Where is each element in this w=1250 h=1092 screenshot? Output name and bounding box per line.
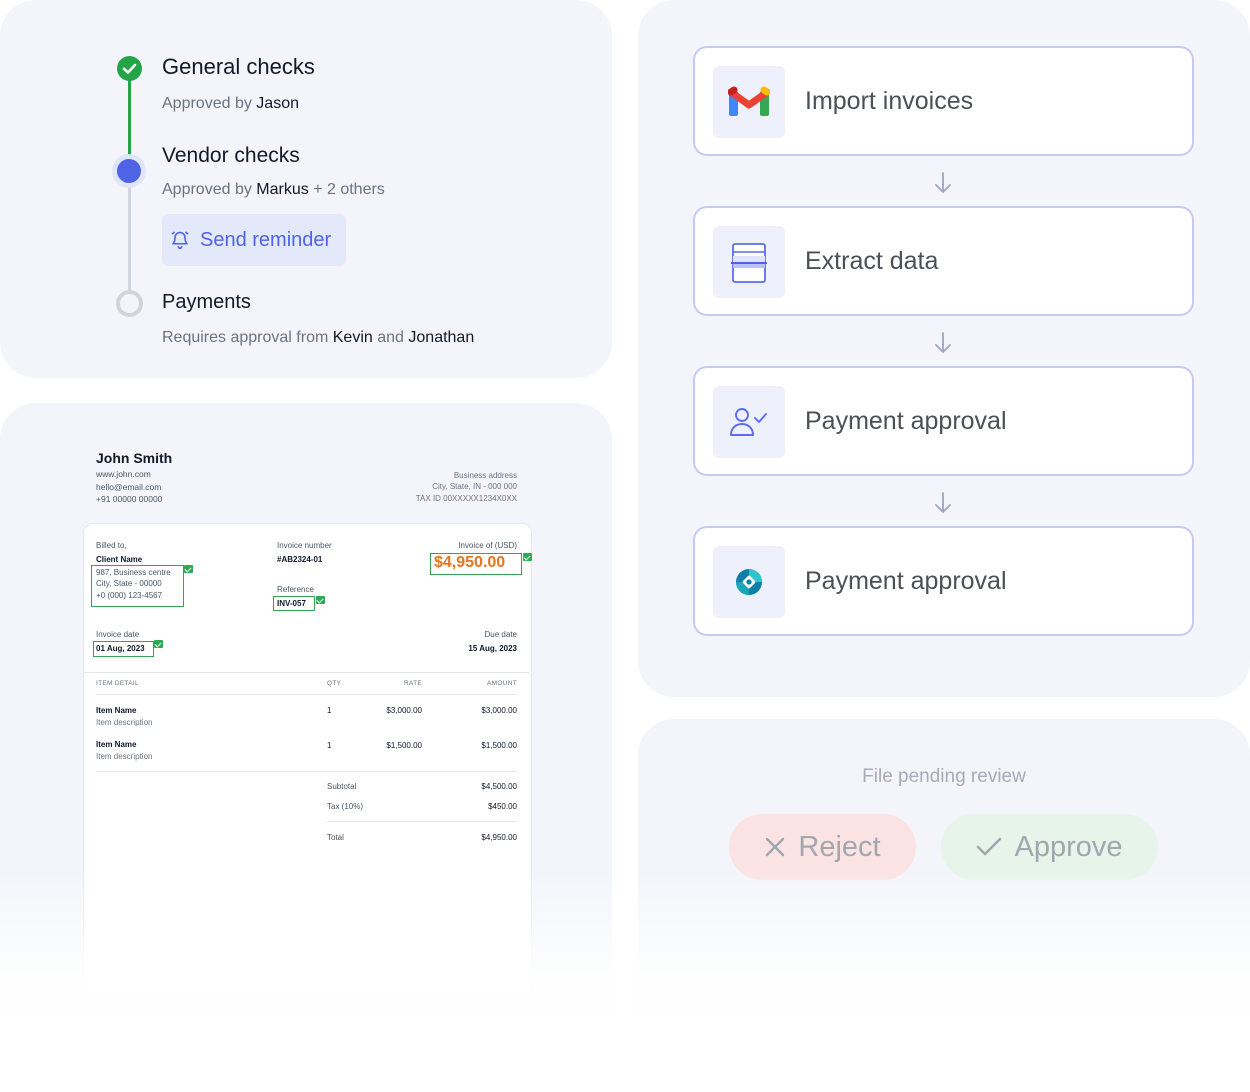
gmail-icon	[713, 66, 785, 138]
business-address-label: Business address	[453, 471, 517, 480]
step-title-vendor-checks: Vendor checks	[162, 144, 300, 167]
workflow-step-extract-data[interactable]: Extract data	[693, 206, 1194, 316]
item-description: Item description	[96, 752, 153, 761]
approve-label: Approve	[1014, 830, 1123, 863]
approver-name: Jason	[256, 95, 299, 112]
close-icon	[764, 836, 786, 858]
client-address-line1: 987, Business centre	[96, 568, 171, 577]
step-title-payments: Payments	[162, 291, 251, 313]
check-icon	[976, 836, 1002, 858]
reject-label: Reject	[798, 830, 881, 863]
invoice-number-label: Invoice number	[277, 541, 332, 550]
approver-name: Jonathan	[408, 329, 475, 346]
item-qty: 1	[327, 741, 332, 750]
tax-value: $450.00	[488, 802, 517, 811]
item-name: Item Name	[96, 706, 137, 715]
item-name: Item Name	[96, 740, 137, 749]
step-complete-icon	[117, 56, 142, 81]
divider	[96, 694, 517, 695]
invoice-amount-label: Invoice of (USD)	[458, 541, 517, 550]
check-icon	[154, 640, 163, 648]
item-description: Item description	[96, 718, 153, 727]
reference-label: Reference	[277, 585, 314, 594]
workflow-step-payment-approval-dynamics[interactable]: Payment approval	[693, 526, 1194, 636]
check-icon	[316, 596, 325, 604]
reject-button[interactable]: Reject	[729, 814, 916, 880]
send-reminder-label: Send reminder	[200, 228, 332, 251]
timeline-line-pending	[128, 170, 131, 302]
client-name: Client Name	[96, 555, 143, 564]
due-date-value: 15 Aug, 2023	[468, 644, 517, 653]
item-rate: $1,500.00	[386, 741, 422, 750]
step-approval-general-checks: Approved by Jason	[162, 95, 299, 113]
client-phone: +0 (000) 123-4567	[96, 591, 163, 600]
divider	[84, 672, 529, 673]
arrow-down-icon	[932, 331, 954, 355]
sender-website: www.john.com	[96, 469, 151, 479]
workflow-step-payment-approval[interactable]: Payment approval	[693, 366, 1194, 476]
approve-button[interactable]: Approve	[941, 814, 1158, 880]
step-active-icon	[112, 154, 146, 188]
step-title-general-checks: General checks	[162, 54, 315, 79]
review-status-text: File pending review	[862, 766, 1026, 787]
item-amount: $3,000.00	[481, 706, 517, 715]
approval-prefix: Approved by	[162, 181, 252, 198]
item-rate: $3,000.00	[386, 706, 422, 715]
divider	[327, 821, 517, 822]
due-date-label: Due date	[484, 630, 517, 639]
item-amount: $1,500.00	[481, 741, 517, 750]
client-address-line2: City, State - 00000	[96, 579, 162, 588]
sender-email: hello@email.com	[96, 482, 162, 492]
bell-icon	[170, 230, 190, 250]
check-icon	[184, 565, 193, 573]
billed-to-label: Billed to,	[96, 541, 127, 550]
business-city: City, State, IN - 000 000	[432, 482, 517, 491]
total-value: $4,950.00	[481, 833, 517, 842]
arrow-down-icon	[932, 491, 954, 515]
workflow-step-label: Import invoices	[805, 86, 974, 115]
tax-label: Tax (10%)	[327, 802, 364, 811]
divider	[96, 771, 517, 772]
dynamics-icon	[713, 546, 785, 618]
user-check-icon	[713, 386, 785, 458]
workflow-step-label: Extract data	[805, 246, 939, 275]
reference-value: INV-057	[277, 599, 306, 608]
invoice-date-value: 01 Aug, 2023	[96, 644, 145, 653]
approver-name: Markus	[256, 181, 309, 198]
workflow-step-import-invoices[interactable]: Import invoices	[693, 46, 1194, 156]
document-scan-icon	[713, 226, 785, 298]
column-header-rate: RATE	[403, 680, 422, 687]
column-header-item: ITEM DETAIL	[96, 680, 139, 687]
approval-prefix: Requires approval from	[162, 329, 329, 346]
approval-conjunction: and	[377, 329, 404, 346]
approval-prefix: Approved by	[162, 95, 252, 112]
approver-name: Kevin	[332, 329, 373, 346]
total-label: Total	[327, 833, 344, 842]
column-header-qty: QTY	[327, 680, 342, 687]
sender-name: John Smith	[96, 450, 173, 466]
workflow-step-label: Payment approval	[805, 566, 1007, 595]
business-tax-id: TAX ID 00XXXXX1234X0XX	[415, 494, 517, 503]
step-approval-payments: Requires approval from Kevin and Jonatha…	[162, 329, 474, 347]
invoice-number-value: #AB2324-01	[277, 555, 323, 564]
arrow-down-icon	[932, 171, 954, 195]
item-qty: 1	[327, 706, 332, 715]
invoice-amount-value: $4,950.00	[434, 554, 506, 571]
step-approval-vendor-checks: Approved by Markus + 2 others	[162, 181, 385, 199]
sender-phone: +91 00000 00000	[96, 494, 163, 504]
check-icon	[523, 553, 532, 561]
subtotal-label: Subtotal	[327, 782, 357, 791]
column-header-amount: AMOUNT	[487, 680, 517, 687]
step-pending-icon	[116, 290, 143, 317]
send-reminder-button[interactable]: Send reminder	[162, 214, 346, 266]
invoice-date-label: Invoice date	[96, 630, 140, 639]
subtotal-value: $4,500.00	[481, 782, 517, 791]
workflow-step-label: Payment approval	[805, 406, 1007, 435]
other-approvers[interactable]: + 2 others	[313, 181, 385, 198]
